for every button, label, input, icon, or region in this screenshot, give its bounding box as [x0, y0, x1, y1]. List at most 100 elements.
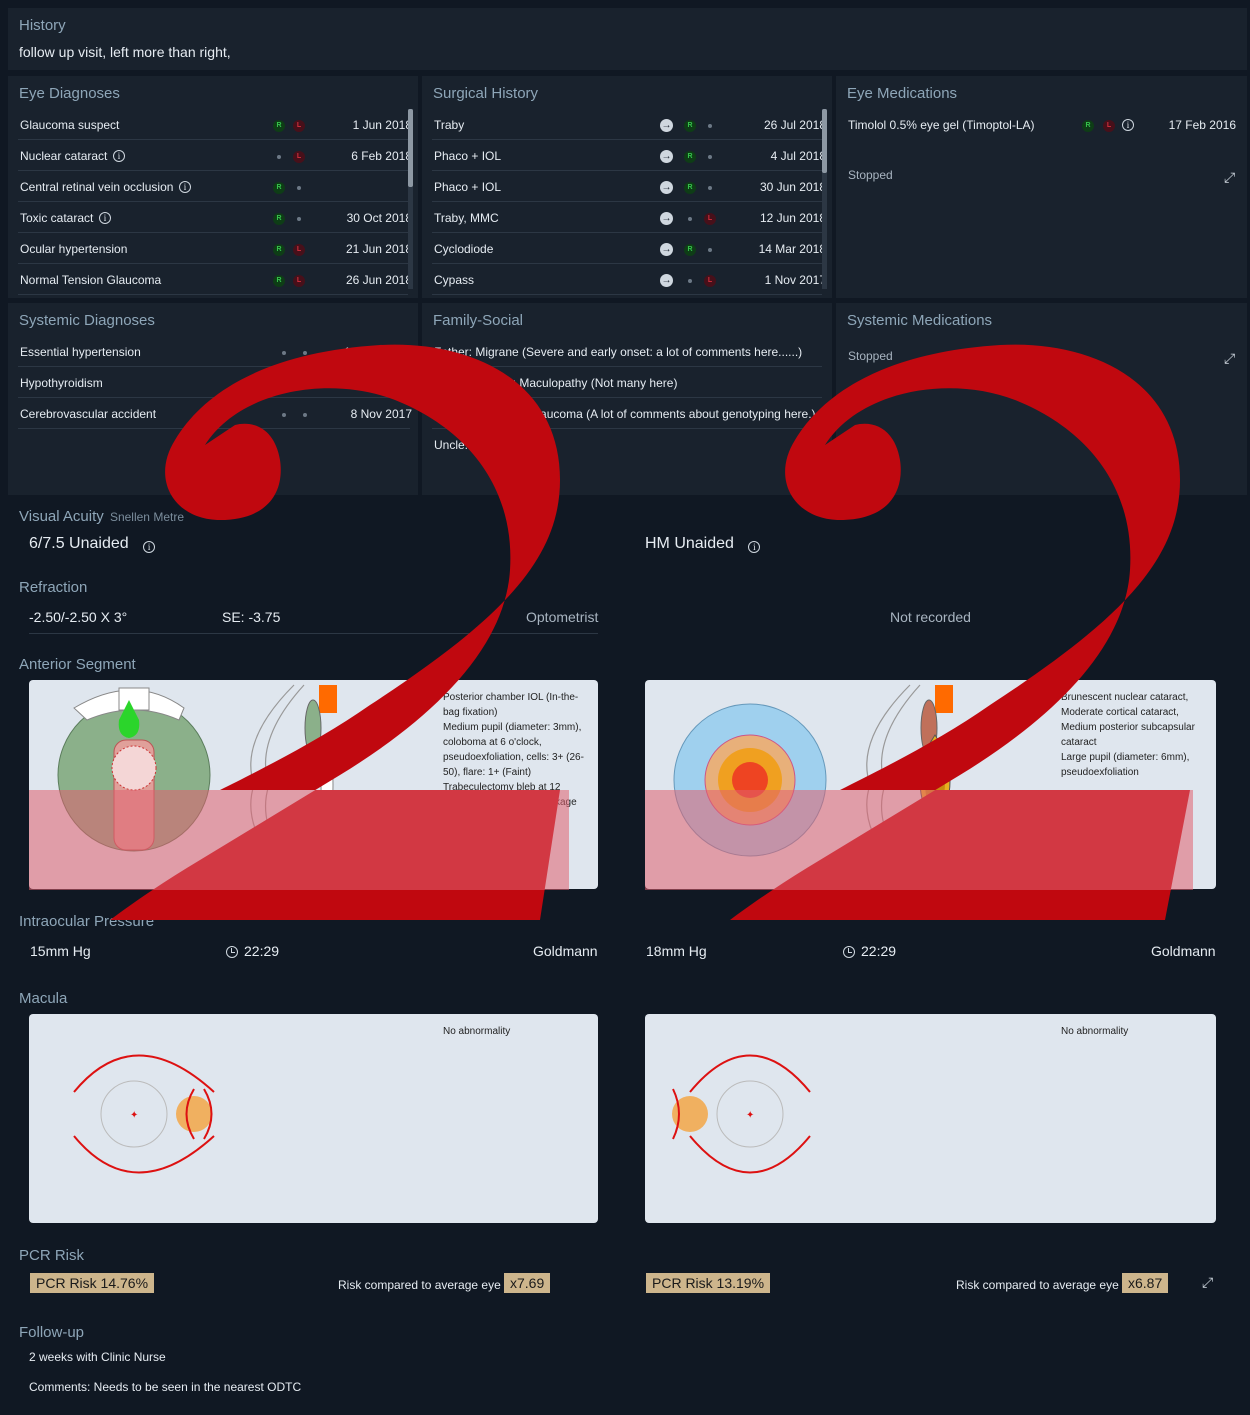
eye-diagnosis-row[interactable]: Central retinal vein occlusion i R: [18, 171, 408, 202]
eye-medication-row[interactable]: Timolol 0.5% eye gel (Timoptol-LA) R L i…: [846, 109, 1238, 140]
systemic-diagnosis-row[interactable]: Hypothyroidism 16 Nov 2018: [18, 367, 412, 398]
right-pcr-compare-label: Risk compared to average eye: [338, 1278, 501, 1292]
surgical-history-title: Surgical History: [433, 85, 539, 102]
left-anterior-segment-notes: Brunescent nuclear cataract, Moderate cor…: [1061, 690, 1211, 780]
arrow-right-icon[interactable]: →: [660, 274, 673, 287]
surgical-procedure-name: Traby, MMC: [434, 211, 499, 225]
eye-diagnosis-name: Normal Tension Glaucoma: [20, 273, 162, 287]
expand-icon[interactable]: ⤢: [1224, 350, 1238, 366]
surgical-procedure-date: 30 Jun 2018: [759, 180, 826, 194]
surgical-history-row[interactable]: Cyclodiode → R 14 Mar 2018: [432, 233, 826, 264]
macula-title: Macula: [19, 990, 68, 1007]
left-eye-badge: [708, 124, 712, 128]
info-icon[interactable]: i: [99, 212, 111, 224]
follow-up-plan: 2 weeks with Clinic Nurse: [29, 1350, 166, 1364]
surgical-history-row[interactable]: Phaco + IOL → R 4 Jul 2018: [432, 140, 826, 171]
left-iop-method: Goldmann: [1151, 943, 1216, 959]
right-pcr-factor-badge: x7.69: [504, 1273, 551, 1293]
visual-acuity-unit[interactable]: Snellen Metre: [110, 510, 184, 524]
info-icon[interactable]: i: [113, 150, 125, 162]
arrow-right-icon[interactable]: →: [660, 181, 673, 194]
left-anterior-note-line: cataract: [1061, 737, 1097, 748]
family-social-row: Paternal Sister: Maculopathy (Not many h…: [432, 367, 822, 398]
history-text: follow up visit, left more than right,: [19, 44, 231, 60]
left-eye-dot: [303, 351, 307, 355]
left-macula-drawing[interactable]: ✦ No abnormality: [645, 1014, 1216, 1223]
left-eye-badge: L: [704, 275, 716, 287]
eye-medications-stopped-label[interactable]: Stopped: [848, 168, 893, 182]
left-eye-badge: L: [293, 151, 305, 163]
eye-diagnosis-date: 26 Jun 2018: [345, 273, 412, 287]
svg-text:✦: ✦: [746, 1110, 754, 1121]
systemic-diagnosis-name: Hypothyroidism: [20, 376, 103, 390]
systemic-diagnosis-date: 16 Nov 2018: [343, 376, 412, 390]
info-icon[interactable]: i: [748, 541, 761, 553]
right-eye-badge: R: [273, 213, 285, 225]
family-social-panel: Family-Social Father: Migrane (Severe an…: [422, 303, 832, 495]
right-eye-dot: [282, 382, 286, 386]
eye-medications-title: Eye Medications: [847, 85, 958, 102]
right-eye-badge: R: [273, 275, 285, 287]
eye-diagnosis-row[interactable]: Normal Tension Glaucoma R L 26 Jun 2018: [18, 264, 412, 295]
right-eye-badge: R: [684, 182, 696, 194]
right-anterior-segment-drawing[interactable]: Posterior chamber IOL (In-the-bag fixati…: [29, 680, 598, 889]
right-refraction-source: Optometrist: [526, 609, 599, 625]
family-social-title: Family-Social: [433, 312, 524, 329]
eye-diagnosis-name: Toxic cataract: [20, 211, 94, 225]
right-anterior-note-line: Trabeculectomy bleb at 12: [443, 782, 561, 793]
info-icon[interactable]: i: [1122, 119, 1134, 131]
follow-up-title: Follow-up: [19, 1324, 85, 1341]
expand-icon[interactable]: ⤢: [1224, 169, 1238, 185]
visual-acuity-title: Visual Acuity Snellen Metre: [19, 508, 184, 525]
left-visual-acuity-value: HM Unaided: [645, 535, 734, 552]
surgical-procedure-name: Cypass: [434, 273, 475, 287]
left-eye-badge: [708, 186, 712, 190]
left-eye-dot: [303, 413, 307, 417]
systemic-medications-stopped-label[interactable]: Stopped: [848, 349, 893, 363]
eye-diagnoses-scrollbar[interactable]: [408, 109, 413, 187]
right-pcr-risk-badge: PCR Risk 14.76%: [30, 1273, 155, 1293]
left-pcr-risk-badge: PCR Risk 13.19%: [646, 1273, 771, 1293]
left-anterior-segment-drawing[interactable]: Brunescent nuclear cataract, Moderate cor…: [645, 680, 1216, 889]
right-visual-acuity: 6/7.5 Unaided i: [29, 535, 156, 553]
family-social-text: Paternal Sister: Maculopathy (Not many h…: [434, 376, 678, 390]
systemic-diagnosis-row[interactable]: Cerebrovascular accident 8 Nov 2017: [18, 398, 412, 429]
eye-diagnosis-row[interactable]: Ocular hypertension R L 21 Jun 2018: [18, 233, 412, 264]
right-anterior-note-line: 50), flare: 1+ (Faint): [443, 767, 532, 778]
surgical-history-row[interactable]: Cypass → L 1 Nov 2017: [432, 264, 826, 295]
eye-diagnosis-row[interactable]: Toxic cataract i R 30 Oct 2018: [18, 202, 412, 233]
arrow-right-icon[interactable]: →: [660, 119, 673, 132]
arrow-right-icon[interactable]: →: [660, 212, 673, 225]
family-social-row: Paternal Brother: Glaucoma (A lot of com…: [432, 398, 822, 429]
left-macula-note: No abnormality: [1061, 1026, 1129, 1037]
info-icon[interactable]: i: [143, 541, 156, 553]
clock-icon: [843, 946, 855, 958]
history-panel: History follow up visit, left more than …: [8, 8, 1247, 70]
eye-diagnosis-name: Nuclear cataract: [20, 149, 108, 163]
right-eye-badge: [688, 217, 692, 221]
arrow-right-icon[interactable]: →: [660, 150, 673, 163]
eye-medication-name: Timolol 0.5% eye gel (Timoptol-LA): [848, 118, 1035, 132]
left-anterior-note-line: Medium posterior subcapsular: [1061, 722, 1195, 733]
surgical-history-panel: Surgical History Traby → R 26 Jul 2018 Phaco…: [422, 76, 832, 298]
left-eye-badge: [297, 186, 301, 190]
systemic-diagnosis-row[interactable]: Essential hypertension 16 Nov 2018: [18, 336, 412, 367]
right-refraction-se: SE: -3.75: [222, 609, 281, 625]
surgical-history-row[interactable]: Traby → R 26 Jul 2018: [432, 109, 826, 140]
surgical-history-scrollbar[interactable]: [822, 109, 827, 173]
surgical-history-row[interactable]: Traby, MMC → L 12 Jun 2018: [432, 202, 826, 233]
right-anterior-note-line: pseudoexfoliation, cells: 3+ (26-: [443, 752, 584, 763]
left-anterior-note-line: Large pupil (diameter: 6mm),: [1061, 752, 1190, 763]
right-macula-drawing[interactable]: ✦ No abnormality: [29, 1014, 598, 1223]
left-eye-badge: L: [293, 120, 305, 132]
right-anterior-note-line: o'clock with moderate leakage: [443, 797, 577, 808]
arrow-right-icon[interactable]: →: [660, 243, 673, 256]
surgical-history-row[interactable]: Phaco + IOL → R 30 Jun 2018: [432, 171, 826, 202]
expand-icon[interactable]: ⤢: [1202, 1274, 1216, 1290]
right-anterior-note-line: coloboma at 6 o'clock,: [443, 737, 542, 748]
info-icon[interactable]: i: [179, 181, 191, 193]
eye-diagnosis-row[interactable]: Glaucoma suspect R L 1 Jun 2018: [18, 109, 412, 140]
eye-diagnosis-row[interactable]: Nuclear cataract i L 6 Feb 2018: [18, 140, 412, 171]
family-social-row: Uncle: Maculopathy: [432, 429, 822, 460]
left-iop-value: 18mm Hg: [646, 943, 707, 959]
